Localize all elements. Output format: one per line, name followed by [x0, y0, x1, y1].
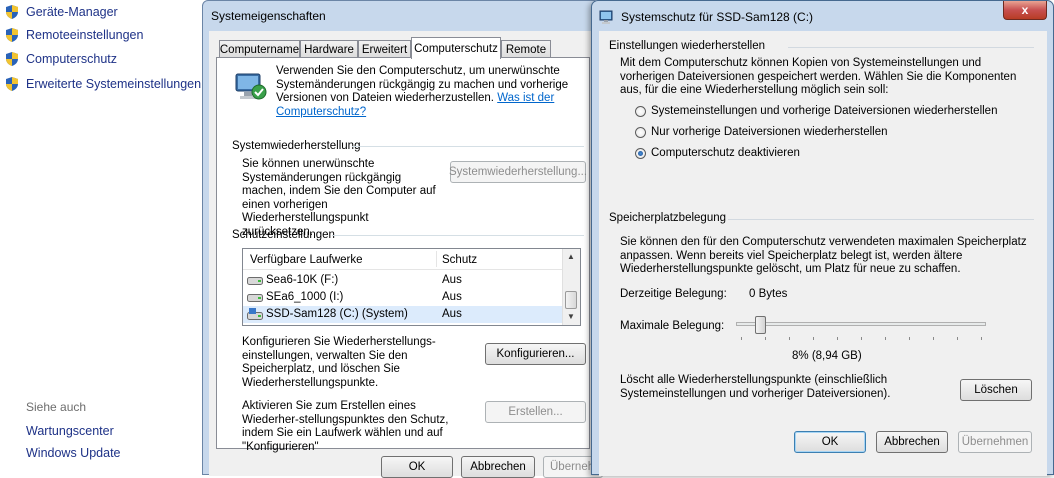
tab-computername[interactable]: Computername: [219, 40, 300, 58]
remote-settings-label: Remoteeinstellungen: [26, 28, 144, 42]
max-usage-value: 8% (8,94 GB): [792, 350, 862, 362]
scroll-down-icon[interactable]: ▼: [567, 312, 575, 321]
tab-remote[interactable]: Remote: [501, 40, 551, 58]
list-scrollbar[interactable]: ▲ ▼: [562, 249, 580, 325]
restore-settings-description: Mit dem Computerschutz können Kopien von…: [620, 57, 1017, 96]
dialog-title: Systemschutz für SSD-Sam128 (C:): [621, 10, 814, 24]
column-header-protection[interactable]: Schutz: [442, 254, 477, 268]
max-usage-slider-track[interactable]: [736, 322, 986, 326]
tab-hardware[interactable]: Hardware: [300, 40, 358, 58]
computer-icon: [599, 10, 613, 24]
drive-row[interactable]: SEa6_1000 (I:) Aus: [243, 289, 563, 306]
create-button[interactable]: Erstellen...: [485, 401, 586, 423]
drive-name: SSD-Sam128 (C:) (System): [266, 308, 408, 320]
restore-settings-heading: Einstellungen wiederherstellen: [609, 40, 765, 52]
dialog-apply-button[interactable]: Übernehmen: [958, 431, 1032, 453]
section-divider: [788, 47, 1034, 48]
max-usage-label: Maximale Belegung:: [620, 320, 725, 332]
slider-tick: [813, 337, 814, 340]
disk-usage-description: Sie können den für den Computerschutz ve…: [620, 236, 1027, 275]
drive-row[interactable]: Sea6-10K (F:) Aus: [243, 272, 563, 289]
intro-text: Verwenden Sie den Computerschutz, um une…: [276, 65, 576, 119]
group-divider: [352, 146, 584, 147]
restore-description: Sie können unerwünschte Systemänderungen…: [242, 158, 436, 238]
column-header-drives[interactable]: Verfügbare Laufwerke: [250, 254, 363, 268]
radio-indicator: [635, 105, 646, 117]
advanced-settings-label: Erweiterte Systemeinstellungen: [26, 77, 202, 91]
drive-status: Aus: [442, 274, 462, 286]
delete-button[interactable]: Löschen: [960, 379, 1032, 401]
shield-icon: [6, 5, 18, 19]
window-title: Systemeigenschaften: [211, 9, 326, 23]
drive-status: Aus: [442, 308, 462, 320]
section-divider: [728, 219, 1034, 220]
control-panel-sidebar: Geräte-Manager Remoteeinstellungen Compu…: [0, 0, 205, 475]
system-drive-icon: [247, 308, 263, 320]
disk-usage-heading: Speicherplatzbelegung: [609, 212, 727, 224]
max-usage-slider-thumb[interactable]: [755, 316, 767, 334]
slider-tick: [957, 337, 958, 340]
drive-name: SEa6_1000 (I:): [266, 291, 344, 303]
see-also-heading: Siehe auch: [26, 400, 87, 414]
configure-button[interactable]: Konfigurieren...: [485, 343, 586, 365]
advanced-settings-link[interactable]: Erweiterte Systemeinstellungen: [4, 74, 201, 94]
drive-icon: [247, 277, 263, 285]
remote-settings-link[interactable]: Remoteeinstellungen: [4, 25, 143, 45]
system-protection-link[interactable]: Computerschutz: [4, 49, 117, 69]
device-manager-link[interactable]: Geräte-Manager: [4, 2, 118, 22]
radio-indicator-selected: [635, 147, 646, 159]
radio-indicator: [635, 126, 646, 138]
system-restore-button[interactable]: Systemwiederherstellung...: [449, 161, 587, 183]
drive-row-selected[interactable]: SSD-Sam128 (C:) (System) Aus: [243, 306, 563, 323]
scrollbar-thumb[interactable]: [565, 291, 577, 309]
column-divider: [436, 251, 437, 267]
radio-label: Computerschutz deaktivieren: [651, 147, 800, 159]
group-divider: [332, 235, 584, 236]
slider-tick: [909, 337, 910, 340]
list-header: Verfügbare Laufwerke Schutz: [243, 249, 563, 270]
dialog-cancel-button[interactable]: Abbrechen: [876, 431, 948, 453]
drive-status: Aus: [442, 291, 462, 303]
slider-tick: [789, 337, 790, 340]
dialog-ok-button[interactable]: OK: [794, 431, 866, 453]
slider-tick: [741, 337, 742, 340]
shield-icon: [6, 52, 18, 66]
radio-label: Nur vorherige Dateiversionen wiederherst…: [651, 126, 888, 138]
current-usage-value: 0 Bytes: [749, 288, 788, 300]
action-center-link[interactable]: Wartungscenter: [26, 424, 114, 438]
protection-heading: Schutzeinstellungen: [232, 229, 335, 241]
tab-system-protection[interactable]: Computerschutz: [411, 37, 501, 59]
drive-icon: [247, 294, 263, 302]
slider-tick: [885, 337, 886, 340]
drives-list[interactable]: Verfügbare Laufwerke Schutz Sea6-10K (F:…: [242, 248, 581, 326]
create-description: Aktivieren Sie zum Erstellen eines Wiede…: [242, 400, 449, 453]
configure-description: Konfigurieren Sie Wiederherstellungs-ein…: [242, 336, 436, 389]
current-usage-label: Derzeitige Belegung:: [620, 288, 727, 300]
shield-icon: [6, 77, 18, 91]
restore-heading: Systemwiederherstellung: [232, 140, 361, 152]
slider-tick: [981, 337, 982, 340]
radio-label: Systemeinstellungen und vorherige Dateiv…: [651, 105, 998, 117]
slider-tick: [933, 337, 934, 340]
drive-name: Sea6-10K (F:): [266, 274, 339, 286]
delete-description: Löscht alle Wiederherstellungspunkte (ei…: [620, 374, 891, 400]
radio-restore-system-and-files[interactable]: Systemeinstellungen und vorherige Dateiv…: [635, 105, 997, 117]
close-button[interactable]: x: [1003, 1, 1047, 20]
radio-restore-files-only[interactable]: Nur vorherige Dateiversionen wiederherst…: [635, 126, 888, 138]
shield-icon: [6, 28, 18, 42]
slider-tick: [765, 337, 766, 340]
slider-tick: [861, 337, 862, 340]
close-icon: x: [1021, 3, 1029, 17]
windows-update-link[interactable]: Windows Update: [26, 446, 121, 460]
scroll-up-icon[interactable]: ▲: [567, 252, 575, 261]
system-protection-label: Computerschutz: [26, 52, 118, 66]
tab-advanced[interactable]: Erweitert: [358, 40, 411, 58]
slider-tick: [837, 337, 838, 340]
radio-disable-protection[interactable]: Computerschutz deaktivieren: [635, 147, 800, 159]
device-manager-label: Geräte-Manager: [26, 5, 118, 19]
system-restore-icon: [235, 73, 267, 100]
